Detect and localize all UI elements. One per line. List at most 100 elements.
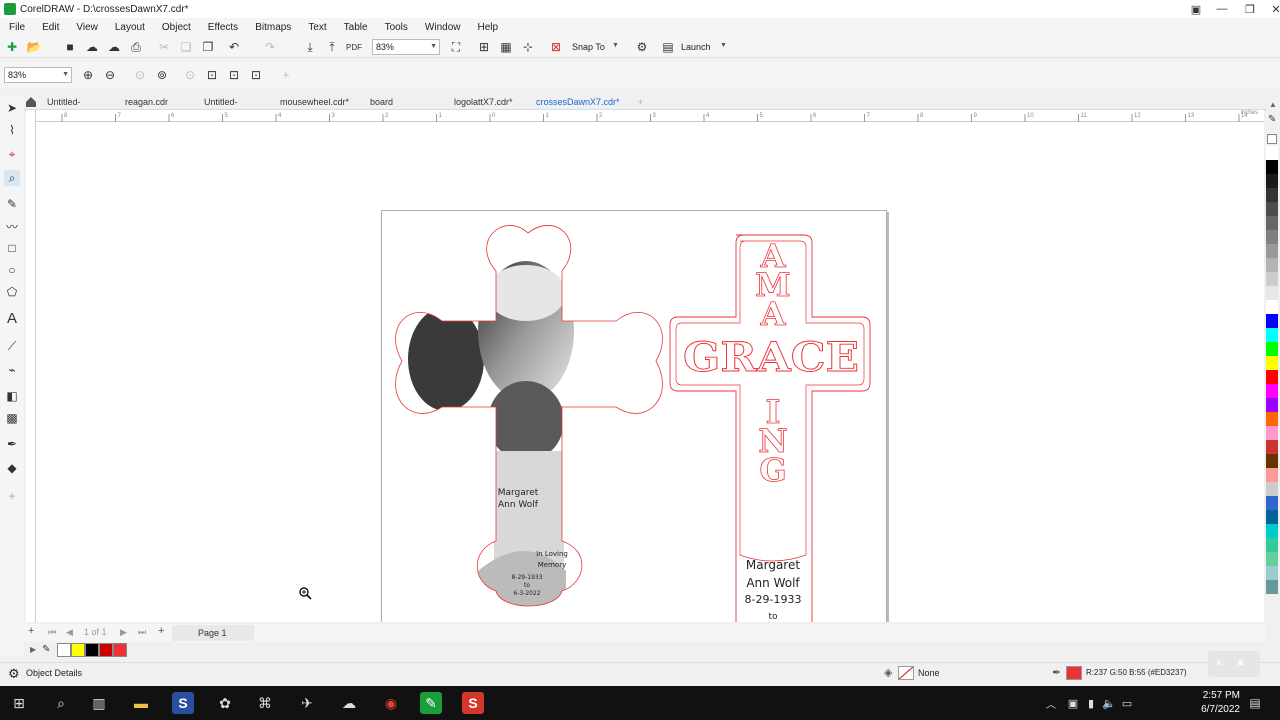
app-s-icon[interactable]: S bbox=[172, 692, 194, 714]
palette-swatch[interactable] bbox=[1266, 552, 1278, 566]
palette-swatch[interactable] bbox=[1266, 314, 1278, 328]
cloud-upload-icon[interactable]: ☁ bbox=[106, 39, 122, 55]
left-cross[interactable]: Margaret Ann Wolf In Loving Memory 8-29-… bbox=[395, 225, 663, 611]
palette-swatch[interactable] bbox=[1266, 440, 1278, 454]
launch-label[interactable]: Launch bbox=[681, 42, 711, 52]
ellipse-tool-icon[interactable]: ○ bbox=[4, 262, 20, 278]
options-gear-icon[interactable]: ⚙ bbox=[634, 39, 650, 55]
zoom-selected-icon[interactable]: ⊙ bbox=[132, 67, 148, 83]
palette-swatch[interactable] bbox=[1266, 272, 1278, 286]
document-palette-swatch[interactable] bbox=[98, 643, 113, 657]
settings-gear-icon[interactable]: ⚙ bbox=[8, 666, 20, 682]
zoom-page-height-icon[interactable]: ⊡ bbox=[226, 67, 242, 83]
clock[interactable]: 2:57 PM 6/7/2022 bbox=[1201, 689, 1240, 717]
right-cross[interactable]: AMAING GRACE Margaret Ann Wolf 8-29-1933… bbox=[669, 234, 871, 622]
snap-chevron-down-icon[interactable]: ▼ bbox=[612, 42, 619, 49]
show-rulers-icon[interactable]: ⊞ bbox=[476, 39, 492, 55]
tab-crosses-dawn[interactable]: crossesDawnX7.cdr* bbox=[536, 94, 620, 110]
palette-swatch[interactable] bbox=[1266, 300, 1278, 314]
menu-layout[interactable]: Layout bbox=[106, 22, 153, 33]
app-icon-1[interactable]: ✿ bbox=[214, 692, 236, 714]
menu-bitmaps[interactable]: Bitmaps bbox=[246, 22, 299, 33]
crop-tool-icon[interactable]: ⌖ bbox=[4, 146, 20, 162]
add-icon[interactable]: + bbox=[278, 67, 294, 83]
palette-swatch[interactable] bbox=[1266, 202, 1278, 216]
palette-swatch[interactable] bbox=[1266, 398, 1278, 412]
menu-text[interactable]: Text bbox=[299, 22, 334, 33]
interactive-fill-icon[interactable]: ◆ bbox=[4, 460, 20, 476]
zoom-out-icon[interactable]: ⊖ bbox=[102, 67, 118, 83]
app-icon-3[interactable]: ✈ bbox=[296, 692, 318, 714]
menu-file[interactable]: File bbox=[0, 22, 33, 33]
text-tool-icon[interactable]: A bbox=[4, 310, 20, 327]
previous-page-icon[interactable]: ◀ bbox=[66, 627, 73, 638]
drop-shadow-icon[interactable]: ◧ bbox=[4, 388, 20, 404]
page-tab[interactable]: Page 1 bbox=[172, 625, 254, 641]
menu-object[interactable]: Object bbox=[153, 22, 199, 33]
palette-swatch[interactable] bbox=[1266, 174, 1278, 188]
network-icon[interactable]: ▭ bbox=[1116, 692, 1138, 714]
pen-icon[interactable]: ✎ bbox=[1268, 114, 1276, 125]
document-palette-swatch[interactable] bbox=[56, 643, 71, 657]
no-color-swatch[interactable] bbox=[1267, 134, 1277, 144]
add-page-after-icon[interactable]: + bbox=[158, 625, 164, 637]
menu-edit[interactable]: Edit bbox=[33, 22, 67, 33]
palette-swatch[interactable] bbox=[1266, 356, 1278, 370]
drawing-canvas[interactable]: Margaret Ann Wolf In Loving Memory 8-29-… bbox=[36, 122, 1264, 622]
save-icon[interactable]: ■ bbox=[62, 39, 78, 55]
palette-swatch[interactable] bbox=[1266, 230, 1278, 244]
palette-swatch[interactable] bbox=[1266, 286, 1278, 300]
palette-swatch[interactable] bbox=[1266, 370, 1278, 384]
print-icon[interactable]: ⎙ bbox=[128, 39, 144, 55]
last-page-icon[interactable]: ⏭ bbox=[138, 627, 146, 638]
paste-icon[interactable]: ❐ bbox=[200, 39, 216, 55]
windows-start-icon[interactable]: ⊞ bbox=[8, 692, 30, 714]
palette-swatch[interactable] bbox=[1266, 482, 1278, 496]
next-page-icon[interactable]: ▶ bbox=[120, 627, 127, 638]
show-guidelines-icon[interactable]: ⊹ bbox=[520, 39, 536, 55]
document-palette-swatch[interactable] bbox=[112, 643, 127, 657]
menu-tools[interactable]: Tools bbox=[376, 22, 416, 33]
app-icon-4[interactable]: ☁ bbox=[338, 692, 360, 714]
palette-swatch[interactable] bbox=[1266, 580, 1278, 594]
cloud-download-icon[interactable]: ☁ bbox=[84, 39, 100, 55]
pause-icon[interactable]: ⏸ bbox=[1216, 657, 1222, 670]
account-icon[interactable]: ▣ bbox=[1182, 0, 1210, 18]
palette-swatch[interactable] bbox=[1266, 524, 1278, 538]
zoom-page-width-icon[interactable]: ⊡ bbox=[204, 67, 220, 83]
notifications-icon[interactable]: ▤ bbox=[1244, 692, 1266, 714]
file-explorer-icon[interactable]: ▬ bbox=[130, 692, 152, 714]
fill-none-swatch[interactable] bbox=[898, 666, 914, 680]
redo-icon[interactable]: ↷ bbox=[262, 39, 278, 55]
artistic-media-icon[interactable]: 〰 bbox=[4, 218, 20, 234]
document-palette-swatch[interactable] bbox=[84, 643, 99, 657]
pick-tool-icon[interactable]: ➤ bbox=[4, 100, 20, 116]
rectangle-tool-icon[interactable]: □ bbox=[4, 240, 20, 256]
app-s-red-icon[interactable]: S bbox=[462, 692, 484, 714]
snap-icon[interactable]: ⊠ bbox=[548, 39, 564, 55]
palette-swatch[interactable] bbox=[1266, 146, 1278, 160]
palette-scroll[interactable]: ▲ ✎ bbox=[1266, 96, 1280, 146]
menu-effects[interactable]: Effects bbox=[199, 22, 246, 33]
zoom-all-objects-icon[interactable]: ⊚ bbox=[154, 67, 170, 83]
zoom-level-combo[interactable]: 83% ▼ bbox=[372, 39, 440, 55]
zoom-width-icon[interactable]: ⊡ bbox=[248, 67, 264, 83]
vertical-ruler[interactable] bbox=[26, 110, 36, 622]
tab-reagan[interactable]: reagan.cdr bbox=[125, 94, 168, 110]
minimize-button[interactable]: — bbox=[1208, 0, 1236, 18]
menu-view[interactable]: View bbox=[67, 22, 106, 33]
polygon-tool-icon[interactable]: ⬠ bbox=[4, 284, 20, 300]
horizontal-ruler[interactable]: 87654321012345678910111213141516 inches bbox=[36, 110, 1264, 122]
publish-pdf-icon[interactable]: PDF bbox=[346, 39, 362, 55]
menu-table[interactable]: Table bbox=[335, 22, 376, 33]
maximize-button[interactable]: ❐ bbox=[1236, 0, 1264, 18]
palette-expand-icon[interactable]: ▶ bbox=[30, 643, 36, 659]
copy-icon[interactable]: ❏ bbox=[178, 39, 194, 55]
tab-logolatt[interactable]: logolattX7.cdr* bbox=[454, 94, 513, 110]
palette-swatch[interactable] bbox=[1266, 510, 1278, 524]
transparency-icon[interactable]: ▩ bbox=[4, 410, 20, 426]
palette-swatch[interactable] bbox=[1266, 412, 1278, 426]
undo-icon[interactable]: ↶ bbox=[226, 39, 242, 55]
menu-window[interactable]: Window bbox=[416, 22, 469, 33]
search-icon[interactable]: ⌕ bbox=[50, 692, 72, 714]
